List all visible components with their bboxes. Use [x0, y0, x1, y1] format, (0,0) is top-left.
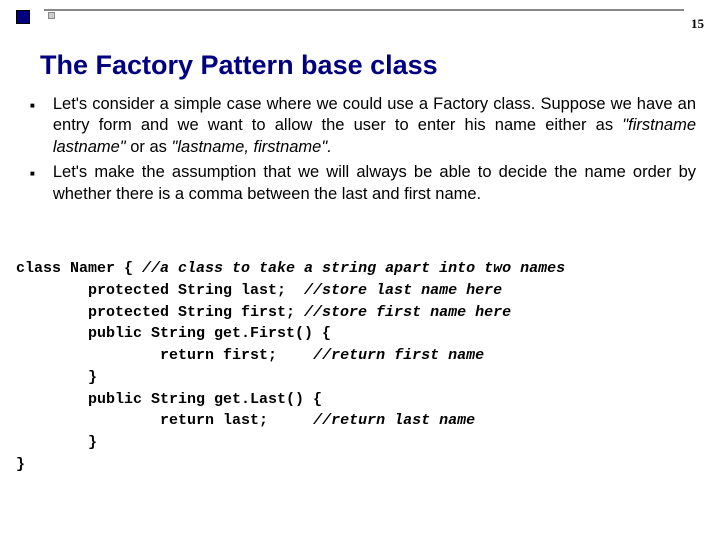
code-line: }: [16, 369, 97, 386]
code-text: protected String first;: [16, 304, 304, 321]
header-decoration: [16, 10, 32, 24]
slide-title: The Factory Pattern base class: [40, 50, 438, 81]
header-square-icon: [16, 10, 30, 24]
code-line: }: [16, 456, 25, 473]
code-comment: //store first name here: [304, 304, 511, 321]
bullet-text: Let's make the assumption that we will a…: [53, 162, 696, 205]
code-comment: //store last name here: [304, 282, 502, 299]
bullet-marker-icon: ■: [30, 101, 35, 158]
bullet-text: Let's consider a simple case where we co…: [53, 94, 696, 158]
text-span-italic: "lastname, firstname".: [172, 138, 332, 156]
bullet-item: ■ Let's make the assumption that we will…: [30, 162, 696, 205]
code-comment: //a class to take a string apart into tw…: [142, 260, 565, 277]
content-area: ■ Let's consider a simple case where we …: [30, 94, 696, 209]
bullet-marker-icon: ■: [30, 169, 35, 205]
code-block: class Namer { //a class to take a string…: [16, 258, 704, 476]
code-text: return first;: [16, 347, 313, 364]
code-line: protected String last; //store last name…: [16, 282, 502, 299]
code-comment: //return last name: [313, 412, 475, 429]
header-line: [44, 9, 684, 11]
code-line: }: [16, 434, 97, 451]
code-line: return last; //return last name: [16, 412, 475, 429]
code-text: return last;: [16, 412, 313, 429]
code-comment: //return first name: [313, 347, 484, 364]
bullet-list: ■ Let's consider a simple case where we …: [30, 94, 696, 205]
bullet-item: ■ Let's consider a simple case where we …: [30, 94, 696, 158]
text-span: Let's make the assumption that we will a…: [53, 163, 696, 202]
code-text: class Namer {: [16, 260, 142, 277]
page-number: 15: [691, 16, 704, 32]
code-line: class Namer { //a class to take a string…: [16, 260, 565, 277]
code-line: public String get.First() {: [16, 325, 331, 342]
code-line: public String get.Last() {: [16, 391, 322, 408]
code-text: protected String last;: [16, 282, 304, 299]
text-span: Let's consider a simple case where we co…: [53, 95, 696, 134]
header-small-square: [48, 12, 55, 19]
code-line: return first; //return first name: [16, 347, 484, 364]
text-span: or as: [126, 138, 172, 156]
code-line: protected String first; //store first na…: [16, 304, 511, 321]
